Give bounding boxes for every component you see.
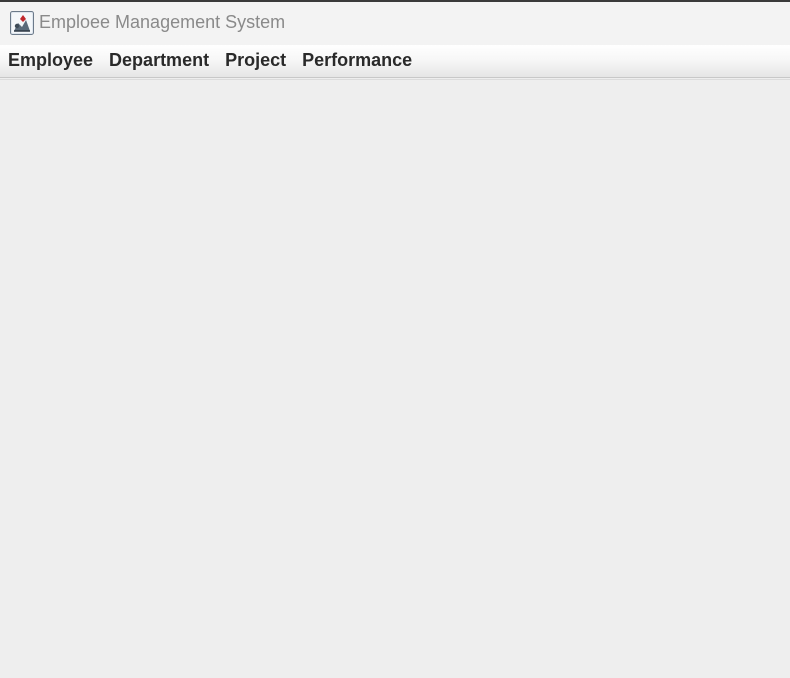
menu-performance[interactable]: Performance	[294, 50, 420, 71]
menu-bar: Employee Department Project Performance	[0, 45, 790, 78]
java-app-icon	[10, 10, 34, 35]
content-area	[0, 80, 790, 678]
title-bar[interactable]: Emploee Management System	[0, 2, 790, 45]
menu-department[interactable]: Department	[101, 50, 217, 71]
menu-employee[interactable]: Employee	[0, 50, 101, 71]
menu-project[interactable]: Project	[217, 50, 294, 71]
window-title: Emploee Management System	[39, 12, 286, 32]
app-window: Emploee Management System Employee Depar…	[0, 0, 790, 678]
